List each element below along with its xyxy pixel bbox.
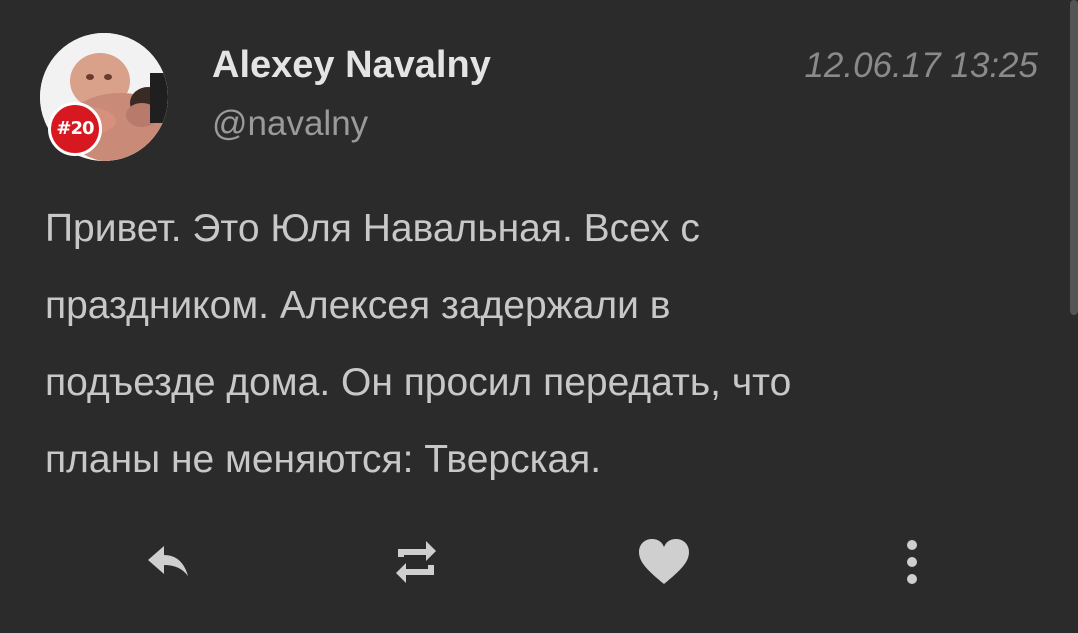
tweet-text-line: Привет. Это Юля Навальная. Всех с [45,207,700,250]
reply-icon [148,546,188,576]
tweet-timestamp: 12.06.17 13:25 [804,46,1038,85]
tweet-text-line: праздником. Алексея задержали в [45,284,671,327]
tweet-actions [0,532,1078,592]
avatar-badge: #20 [48,102,102,156]
tweet-card[interactable]: #20 Alexey Navalny @navalny 12.06.17 13:… [0,0,1078,633]
retweet-button[interactable] [386,532,446,592]
author-display-name[interactable]: Alexey Navalny [212,44,491,87]
heart-icon [639,539,689,584]
more-vertical-icon [907,540,917,584]
reply-button[interactable] [138,532,198,592]
author-handle[interactable]: @navalny [212,104,368,144]
retweet-icon [396,541,436,583]
scrollbar[interactable] [1070,0,1078,315]
tweet-text-line: подъезде дома. Он просил передать, что [45,361,792,404]
tweet-text-line: планы не меняются: Тверская. [45,438,602,481]
like-button[interactable] [634,532,694,592]
more-button[interactable] [882,532,942,592]
tweet-text: Привет. Это Юля Навальная. Всех с праздн… [45,190,1005,498]
